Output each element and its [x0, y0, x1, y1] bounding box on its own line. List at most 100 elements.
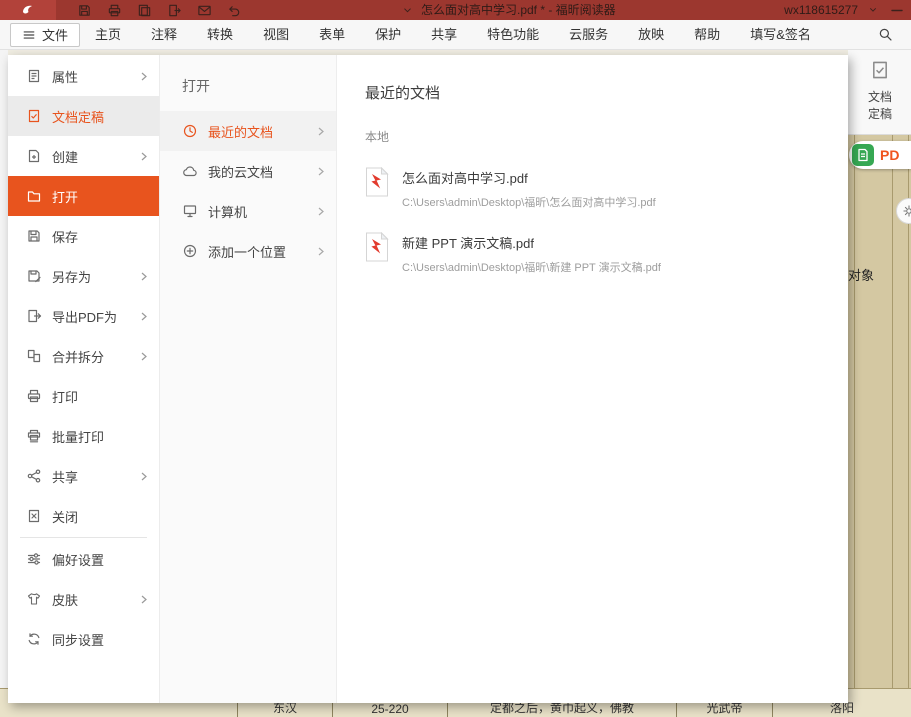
print-icon	[26, 388, 42, 404]
app-background-left	[0, 50, 8, 717]
tab-share[interactable]: 共享	[416, 20, 472, 50]
print-icon[interactable]	[106, 2, 123, 19]
skin-icon	[26, 591, 42, 607]
open-item-computer[interactable]: 计算机	[160, 191, 336, 231]
search-icon[interactable]	[875, 25, 895, 45]
recent-doc-item[interactable]: 新建 PPT 演示文稿.pdf C:\Users\admin\Desktop\福…	[365, 232, 848, 275]
open-folder-icon	[26, 188, 42, 204]
tab-features[interactable]: 特色功能	[472, 20, 554, 50]
bg-object-label: 对象	[848, 265, 874, 284]
submenu-arrow-icon	[318, 247, 324, 256]
file-menu-item-skin[interactable]: 皮肤	[8, 579, 159, 619]
ribbon-finalize-label: 文档定稿	[866, 89, 895, 123]
close-doc-icon	[26, 508, 42, 524]
tab-home[interactable]: 主页	[80, 20, 136, 50]
properties-icon	[26, 68, 42, 84]
export-icon[interactable]	[166, 2, 183, 19]
export-pdf-icon	[26, 308, 42, 324]
finalize-icon	[869, 59, 891, 86]
finalize-icon	[26, 108, 42, 124]
recent-doc-item[interactable]: 怎么面对高中学习.pdf C:\Users\admin\Desktop\福昕\怎…	[365, 167, 848, 210]
tab-form[interactable]: 表单	[304, 20, 360, 50]
sync-icon	[26, 631, 42, 647]
tab-cloud[interactable]: 云服务	[554, 20, 623, 50]
tab-comment[interactable]: 注释	[136, 20, 192, 50]
minimize-button[interactable]	[888, 2, 905, 19]
open-item-cloud-docs[interactable]: 我的云文档	[160, 151, 336, 191]
file-menu-item-sync[interactable]: 同步设置	[8, 619, 159, 659]
tab-fill-sign[interactable]: 填写&签名	[735, 20, 826, 50]
pdf-to-office-widget[interactable]: PD	[849, 141, 911, 169]
foxit-logo	[0, 0, 56, 20]
pdf-file-icon	[365, 232, 389, 262]
file-menu-item-preferences[interactable]: 偏好设置	[8, 539, 159, 579]
file-menu-item-properties[interactable]: 属性	[8, 56, 159, 96]
file-menu-item-merge-split[interactable]: 合并拆分	[8, 336, 159, 376]
file-menu-item-batch-print[interactable]: 批量打印	[8, 416, 159, 456]
submenu-arrow-icon	[141, 352, 149, 361]
submenu-arrow-icon	[141, 72, 149, 81]
tab-convert[interactable]: 转换	[192, 20, 248, 50]
mail-icon[interactable]	[196, 2, 213, 19]
snapshot-icon[interactable]	[136, 2, 153, 19]
sidebar-divider	[20, 537, 147, 538]
submenu-arrow-icon	[318, 167, 324, 176]
submenu-arrow-icon	[141, 152, 149, 161]
batch-print-icon	[26, 428, 42, 444]
pdf-convert-icon	[852, 144, 874, 166]
save-icon[interactable]	[76, 2, 93, 19]
file-menu-item-share[interactable]: 共享	[8, 456, 159, 496]
merge-split-icon	[26, 348, 42, 364]
title-bar: 怎么面对高中学习.pdf * - 福昕阅读器 wx118615277	[0, 0, 911, 20]
doc-table-line	[854, 135, 855, 688]
window-title: 怎么面对高中学习.pdf * - 福昕阅读器	[421, 0, 616, 20]
qat-dropdown-icon[interactable]	[399, 2, 416, 19]
tab-protect[interactable]: 保护	[360, 20, 416, 50]
ribbon-finalize-button[interactable]: 文档定稿	[852, 59, 908, 123]
recent-doc-name: 怎么面对高中学习.pdf	[402, 168, 656, 187]
open-item-recent[interactable]: 最近的文档	[160, 111, 336, 151]
file-menu-sidebar: 属性 文档定稿 创建 打开 保存 另存为 导出PDF为	[8, 55, 160, 703]
file-menu-item-print[interactable]: 打印	[8, 376, 159, 416]
save-icon	[26, 228, 42, 244]
submenu-arrow-icon	[141, 312, 149, 321]
hamburger-icon	[22, 28, 36, 42]
undo-icon[interactable]	[226, 2, 243, 19]
tab-help[interactable]: 帮助	[679, 20, 735, 50]
account-dropdown-icon[interactable]	[867, 2, 879, 19]
recent-doc-name: 新建 PPT 演示文稿.pdf	[402, 233, 661, 252]
file-menu-item-save-as[interactable]: 另存为	[8, 256, 159, 296]
computer-icon	[182, 203, 198, 219]
quick-access-toolbar	[76, 0, 243, 20]
menu-bar: 文件 主页 注释 转换 视图 表单 保护 共享 特色功能 云服务 放映 帮助 填…	[0, 20, 911, 50]
open-panel-title: 打开	[160, 55, 336, 111]
create-icon	[26, 148, 42, 164]
recent-panel-title: 最近的文档	[365, 82, 848, 103]
file-menu-item-create[interactable]: 创建	[8, 136, 159, 176]
tab-present[interactable]: 放映	[623, 20, 679, 50]
file-menu-item-open[interactable]: 打开	[8, 176, 159, 216]
submenu-arrow-icon	[141, 472, 149, 481]
recent-documents-panel: 最近的文档 本地 怎么面对高中学习.pdf C:\Users\admin\Des…	[337, 55, 848, 703]
clock-icon	[182, 123, 198, 139]
cloud-icon	[182, 163, 198, 179]
submenu-arrow-icon	[318, 207, 324, 216]
pdf-widget-label: PD	[880, 147, 899, 163]
open-panel: 打开 最近的文档 我的云文档 计算机 添加一个位置	[160, 55, 337, 703]
account-name[interactable]: wx118615277	[784, 3, 858, 17]
file-menu-item-finalize[interactable]: 文档定稿	[8, 96, 159, 136]
file-backstage-panel: 属性 文档定稿 创建 打开 保存 另存为 导出PDF为	[8, 55, 848, 703]
tab-file[interactable]: 文件	[10, 23, 80, 47]
file-menu-item-save[interactable]: 保存	[8, 216, 159, 256]
preferences-icon	[26, 551, 42, 567]
file-menu-item-close[interactable]: 关闭	[8, 496, 159, 536]
recent-group-label: 本地	[365, 128, 848, 145]
pdf-file-icon	[365, 167, 389, 197]
open-item-add-place[interactable]: 添加一个位置	[160, 231, 336, 271]
save-as-icon	[26, 268, 42, 284]
tab-file-label: 文件	[42, 25, 68, 44]
file-menu-item-export-pdf[interactable]: 导出PDF为	[8, 296, 159, 336]
submenu-arrow-icon	[141, 272, 149, 281]
ribbon-background: 文档定稿	[848, 50, 911, 135]
tab-view[interactable]: 视图	[248, 20, 304, 50]
